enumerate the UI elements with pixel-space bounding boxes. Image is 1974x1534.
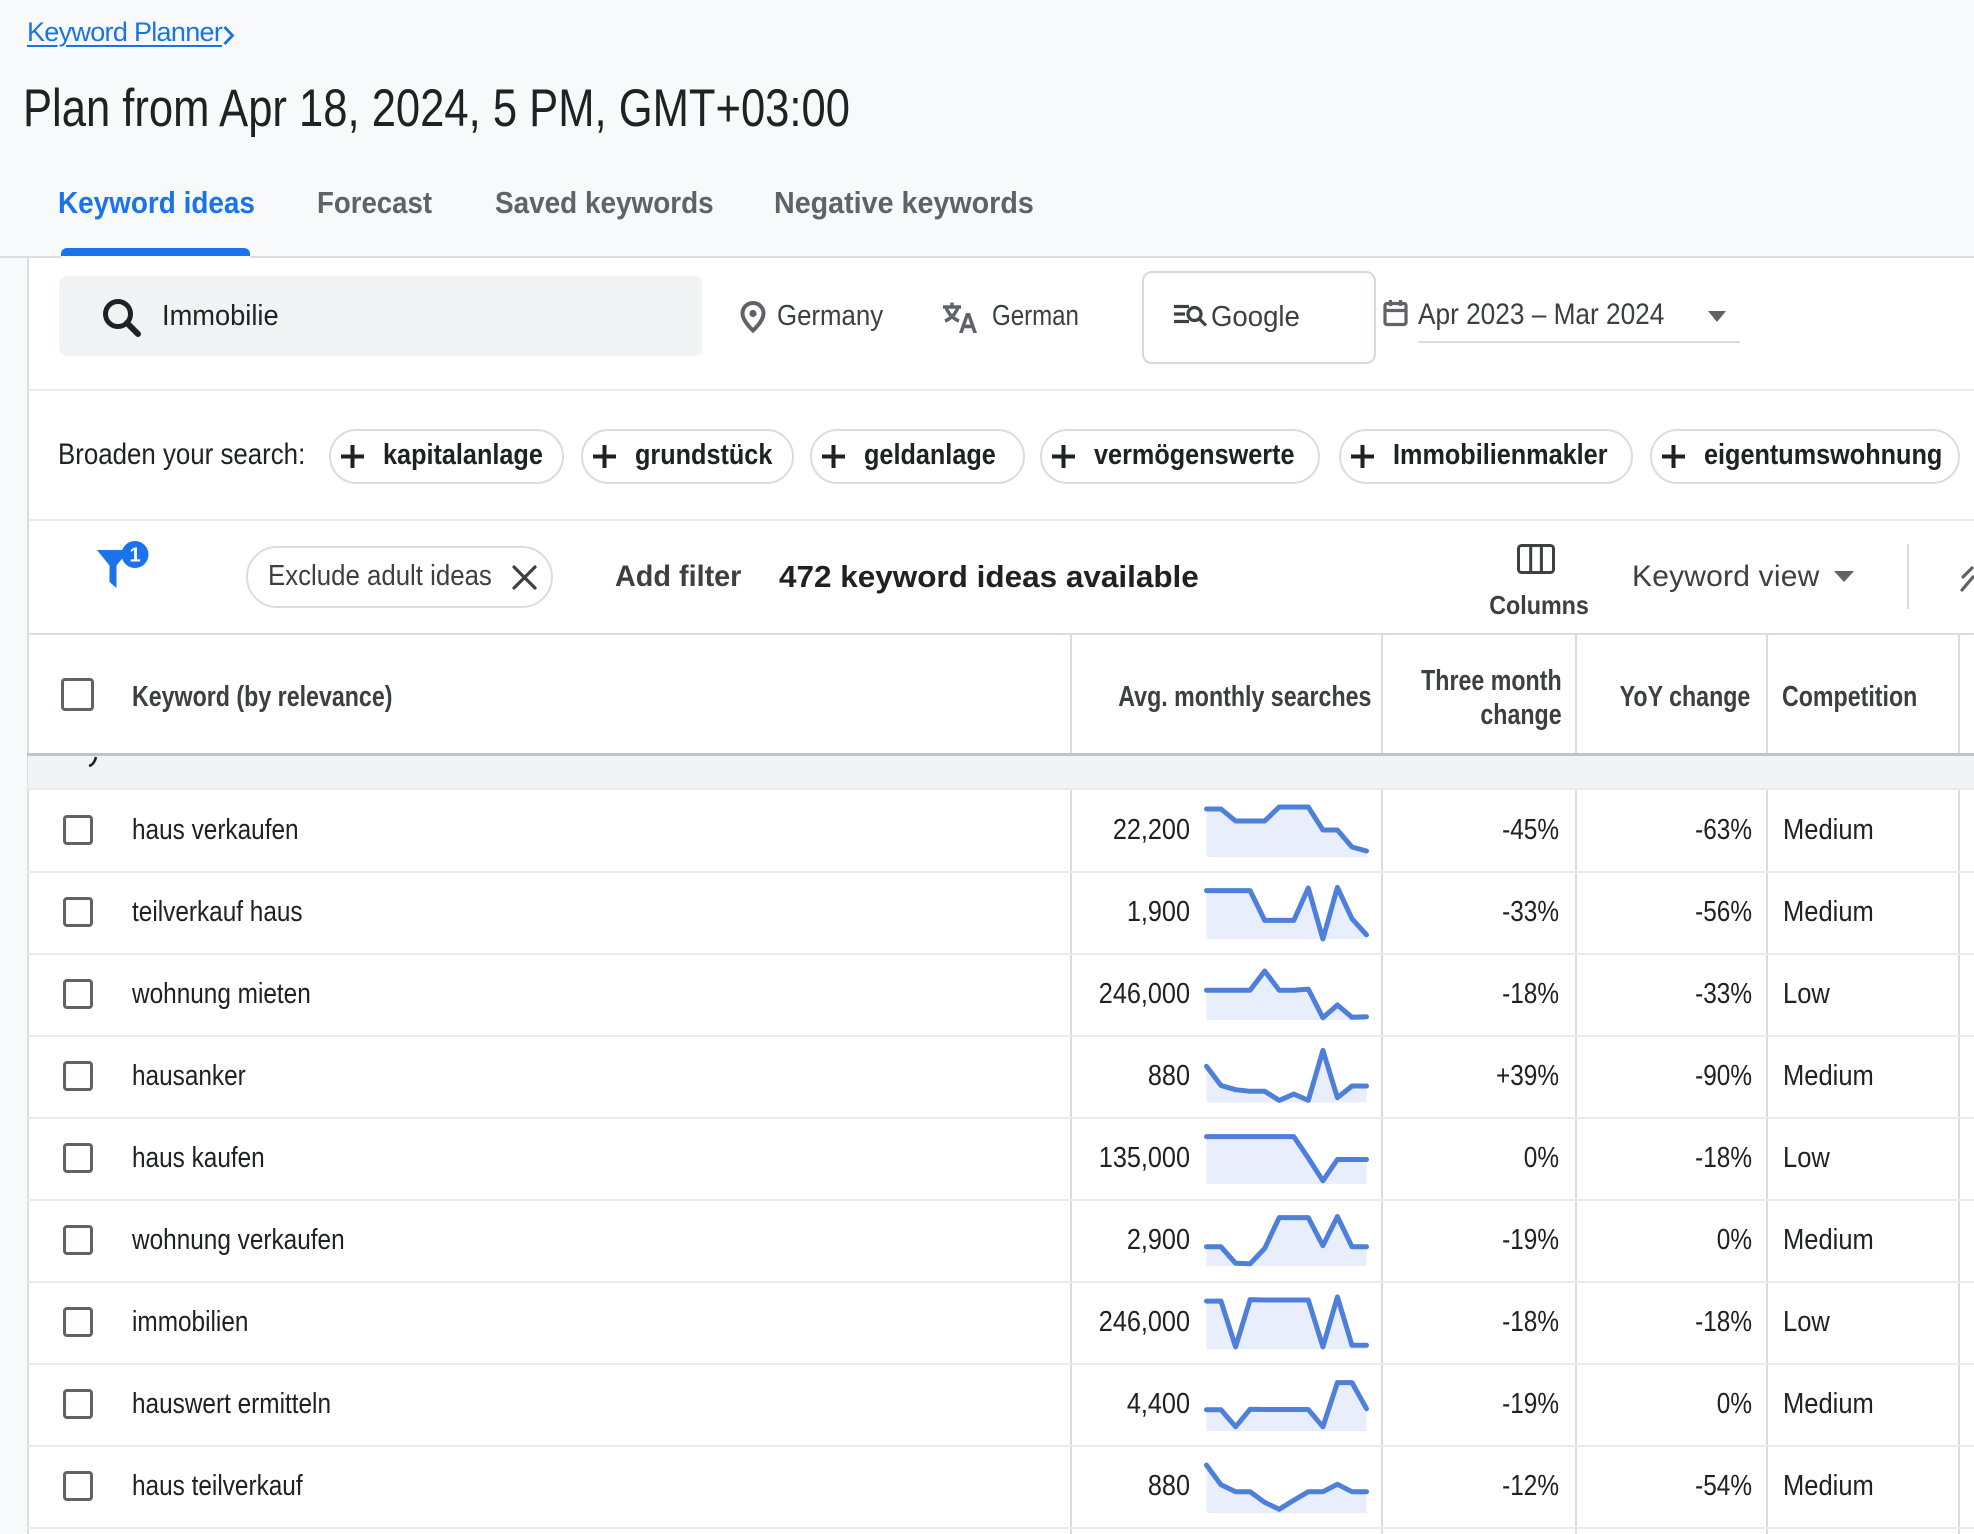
svg-text:1: 1	[129, 545, 140, 567]
